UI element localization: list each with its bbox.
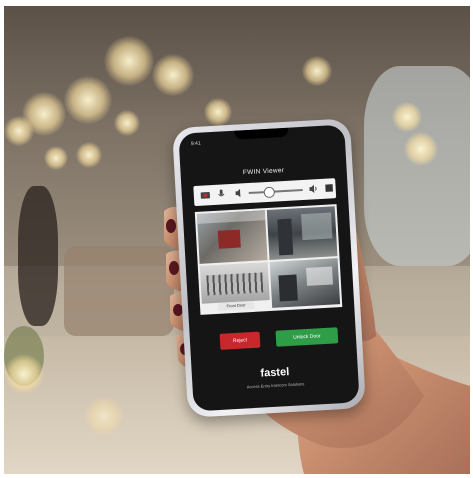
phone-screen: 9:41 FWIN Viewer Front Door Reject Unloc…: [178, 124, 360, 412]
unlock-door-button[interactable]: Unlock Door: [275, 327, 339, 347]
camera-feed-4[interactable]: [269, 258, 341, 308]
camera-icon[interactable]: [200, 189, 212, 201]
reject-button[interactable]: Reject: [219, 331, 261, 350]
background-photo: 9:41 FWIN Viewer Front Door Reject Unloc…: [4, 6, 470, 474]
volume-slider-knob[interactable]: [263, 186, 276, 199]
volume-icon[interactable]: [233, 187, 245, 199]
control-toolbar: [193, 178, 337, 207]
camera-feed-3[interactable]: [199, 262, 270, 304]
phone-notch: [234, 127, 289, 140]
camera-feed-2[interactable]: [266, 206, 338, 260]
stop-icon[interactable]: [323, 182, 335, 194]
app-title: FWIN Viewer: [242, 166, 285, 177]
smartphone: 9:41 FWIN Viewer Front Door Reject Unloc…: [172, 118, 366, 418]
camera-label-1: Front Door: [217, 300, 255, 311]
camera-feed-1[interactable]: [196, 210, 268, 264]
camera-grid: Front Door: [194, 204, 343, 315]
volume-slider[interactable]: [248, 188, 303, 195]
microphone-icon[interactable]: [215, 188, 227, 200]
speaker-icon[interactable]: [307, 183, 319, 195]
status-time: 9:41: [190, 140, 201, 148]
